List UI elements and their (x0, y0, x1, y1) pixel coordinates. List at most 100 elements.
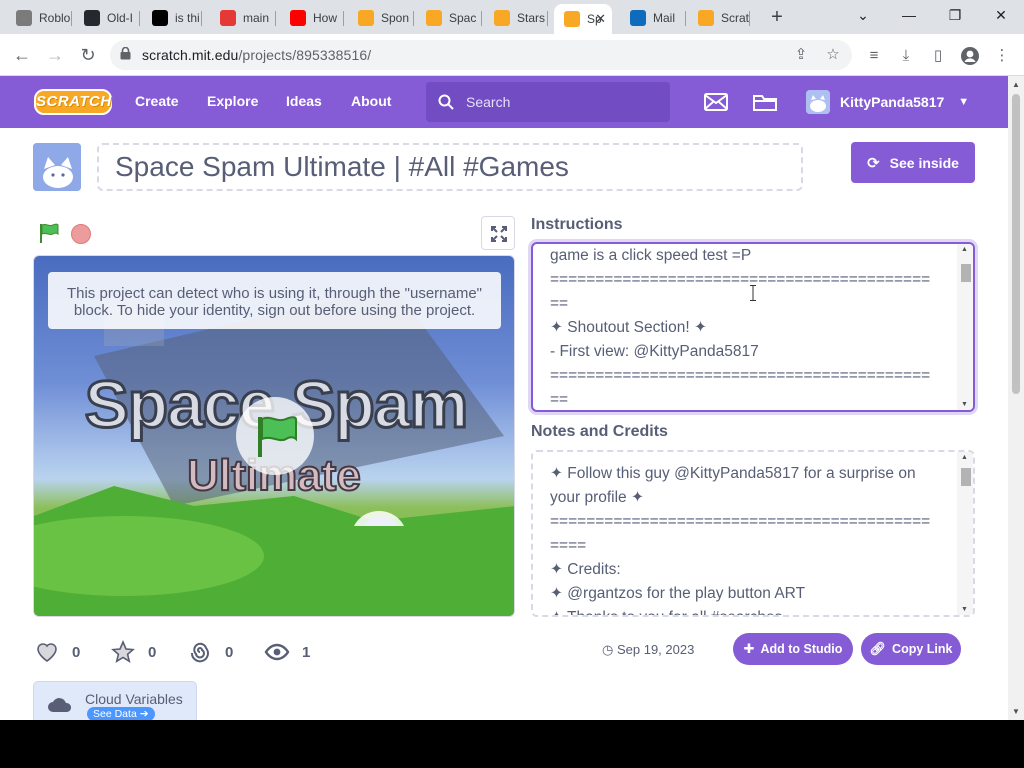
browser-tab-8[interactable]: Stars (484, 4, 548, 32)
browser-tab-6[interactable]: Spon (348, 4, 414, 32)
copy-link-button[interactable]: 🔗︎ Copy Link (861, 633, 961, 665)
stop-sign-icon[interactable] (71, 224, 91, 244)
scroll-up-arrow-icon[interactable]: ▲ (961, 454, 968, 461)
scratch-icon (698, 10, 714, 26)
project-stage[interactable]: This project can detect who is using it,… (33, 255, 515, 617)
side-panel-icon[interactable]: ▯ (928, 46, 948, 66)
notes-text[interactable]: ✦ Follow this guy @KittyPanda5817 for a … (550, 462, 950, 615)
back-button[interactable]: ← (10, 43, 34, 67)
notes-scroll-thumb[interactable] (961, 468, 971, 486)
green-flag-icon[interactable] (38, 222, 60, 244)
browser-tab-4[interactable]: main (210, 4, 276, 32)
new-tab-button[interactable]: + (766, 6, 788, 29)
reload-button[interactable]: ↻ (76, 43, 100, 67)
heart-icon[interactable] (34, 639, 60, 665)
url-text[interactable]: scratch.mit.edu/projects/895338516/ (142, 47, 371, 63)
browser-tab-1[interactable]: Roblo (6, 4, 72, 32)
my-stuff-folder-icon[interactable] (752, 91, 778, 113)
see-inside-button[interactable]: ⟳ See inside (851, 142, 975, 183)
download-icon[interactable]: ⤓ (896, 46, 916, 66)
arrow-right-icon: ➔ (139, 708, 149, 720)
username[interactable]: KittyPanda5817 (840, 94, 944, 110)
tiktok-icon (152, 10, 168, 26)
profile-icon[interactable] (960, 46, 980, 66)
scroll-down-arrow-icon[interactable]: ▼ (961, 606, 968, 613)
browser-tab-9[interactable]: Sp ✕ (554, 4, 612, 34)
scratch-logo[interactable]: SCRATCH (34, 89, 112, 115)
minimize-button[interactable]: — (886, 4, 932, 28)
share-icon[interactable]: ⇪ (792, 46, 810, 64)
nav-explore[interactable]: Explore (207, 93, 258, 109)
instructions-text[interactable]: game is a click speed test =P ===========… (550, 244, 950, 410)
close-window-button[interactable]: ✕ (978, 4, 1024, 28)
text-line: ========================================… (550, 513, 931, 530)
views-stat: 1 (264, 639, 310, 665)
project-date: ◷ Sep 19, 2023 (602, 642, 694, 658)
scroll-up-arrow-icon[interactable]: ▲ (1008, 80, 1024, 89)
notes-textarea[interactable]: ✦ Follow this guy @KittyPanda5817 for a … (531, 450, 975, 617)
page-scroll-thumb[interactable] (1012, 94, 1020, 394)
favorite-stat[interactable]: 0 (110, 639, 156, 665)
browser-tab-7[interactable]: Spac (416, 4, 482, 32)
user-menu[interactable]: KittyPanda5817 ▼ (806, 90, 969, 114)
text-line: game is a click speed test =P (550, 247, 752, 264)
scroll-down-arrow-icon[interactable]: ▼ (961, 401, 968, 408)
project-title-input[interactable] (97, 143, 803, 191)
youtube-icon (290, 10, 306, 26)
browser-tab-label: Spac (449, 11, 477, 25)
reading-list-icon[interactable]: ≡ (864, 46, 884, 66)
address-bar[interactable]: scratch.mit.edu/projects/895338516/ ⇪ ☆ (110, 40, 852, 70)
maximize-button[interactable]: ❐ (932, 4, 978, 28)
tab-divider (685, 11, 686, 26)
nav-about[interactable]: About (351, 93, 391, 109)
browser-menu-icon[interactable]: ⋮ (992, 46, 1012, 66)
browser-tab-11[interactable]: Scrat (688, 4, 750, 32)
instructions-scrollbar[interactable]: ▲ ▼ (957, 244, 973, 410)
fullscreen-button[interactable] (481, 216, 515, 250)
love-count: 0 (72, 643, 81, 661)
favorite-count: 0 (148, 643, 157, 661)
chevron-down-icon[interactable]: ▼ (958, 96, 969, 108)
forward-button[interactable]: → (43, 43, 67, 67)
scroll-down-arrow-icon[interactable]: ▼ (1008, 707, 1024, 716)
notes-scrollbar[interactable]: ▲ ▼ (957, 452, 973, 615)
nav-ideas[interactable]: Ideas (286, 93, 322, 109)
eye-icon (264, 643, 290, 661)
nav-create[interactable]: Create (135, 93, 179, 109)
instructions-label: Instructions (531, 216, 623, 233)
browser-tab-2[interactable]: Old-I (74, 4, 140, 32)
play-flag-icon (258, 416, 297, 457)
add-to-studio-button[interactable]: ✚ Add to Studio (733, 633, 853, 665)
lock-icon[interactable] (120, 47, 131, 60)
roblox-icon (16, 10, 32, 26)
messages-icon[interactable] (703, 91, 729, 113)
tab-divider (139, 11, 140, 26)
page-scrollbar[interactable]: ▲ ▼ (1008, 76, 1024, 720)
scratch-icon (358, 10, 374, 26)
scratch-menubar: SCRATCH Create Explore Ideas About Kitty… (0, 76, 1008, 128)
scroll-up-arrow-icon[interactable]: ▲ (961, 246, 968, 253)
bookmark-star-icon[interactable]: ☆ (824, 46, 842, 64)
user-avatar[interactable] (806, 90, 830, 114)
love-stat[interactable]: 0 (34, 639, 80, 665)
close-tab-icon[interactable]: ✕ (595, 11, 606, 27)
star-icon[interactable] (110, 639, 136, 665)
tab-search-icon[interactable]: ⌄ (840, 4, 886, 28)
project-author-avatar[interactable] (33, 143, 81, 191)
browser-tab-5[interactable]: How (280, 4, 344, 32)
see-data-button[interactable]: See Data ➔ (87, 707, 155, 720)
cloud-variables-card[interactable]: Cloud Variables See Data ➔ (33, 681, 197, 720)
search-box[interactable] (426, 82, 670, 122)
tab-divider (749, 11, 750, 26)
instructions-scroll-thumb[interactable] (961, 264, 971, 282)
browser-tab-3[interactable]: is thi (142, 4, 202, 32)
tab-divider (413, 11, 414, 26)
tab-divider (547, 11, 548, 26)
browser-tab-10[interactable]: Mail (620, 4, 686, 32)
remix-spiral-icon (190, 642, 209, 663)
stage-play-button[interactable] (236, 397, 314, 475)
browser-tab-label: Old-I (107, 11, 134, 25)
search-input[interactable] (466, 92, 656, 112)
instructions-textarea[interactable]: game is a click speed test =P ===========… (531, 242, 975, 412)
notes-label: Notes and Credits (531, 423, 668, 440)
